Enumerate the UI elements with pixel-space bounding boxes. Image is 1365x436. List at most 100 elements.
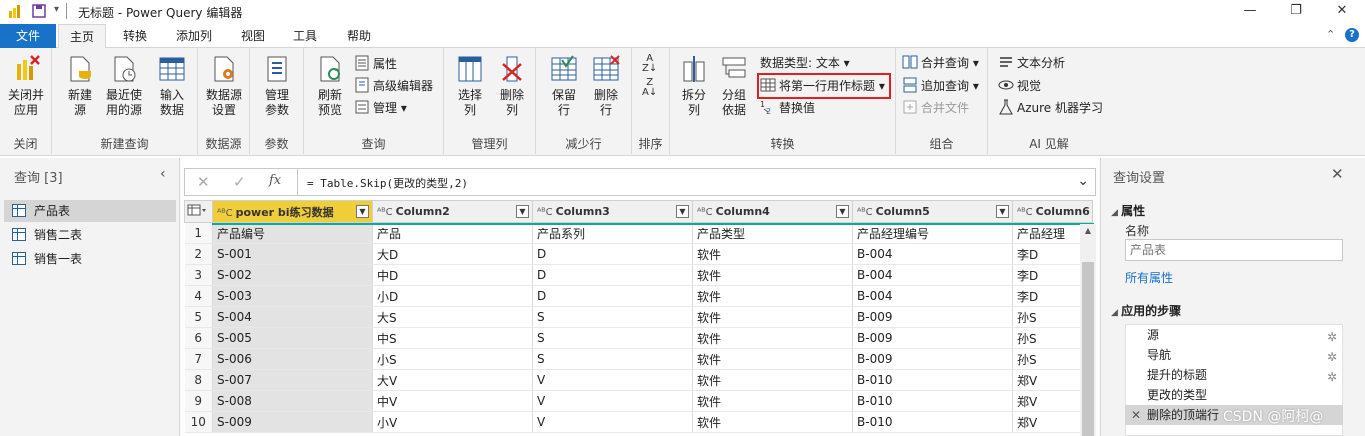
table-cell[interactable]: 软件 xyxy=(692,348,853,370)
table-cell[interactable]: 软件 xyxy=(692,327,853,349)
table-cell[interactable]: 软件 xyxy=(692,306,853,328)
tab-file[interactable]: 文件 xyxy=(0,24,56,48)
cancel-formula-icon[interactable]: ✕ xyxy=(197,173,210,191)
text-analytics-button[interactable]: 文本分析 xyxy=(998,53,1065,73)
enter-data-button[interactable]: 输入 数据 xyxy=(152,54,192,118)
table-cell[interactable]: B-010 xyxy=(852,390,1013,412)
table-cell[interactable]: V xyxy=(532,411,693,433)
properties-button[interactable]: 属性 xyxy=(354,54,397,74)
table-cell[interactable]: D xyxy=(532,285,693,307)
table-cell[interactable]: 软件 xyxy=(692,369,853,391)
expand-formula-icon[interactable]: ⌄ xyxy=(1077,173,1089,189)
table-cell[interactable]: S-006 xyxy=(212,348,373,370)
table-cell[interactable]: S-003 xyxy=(212,285,373,307)
step-changed-type[interactable]: 更改的类型 xyxy=(1125,385,1343,405)
data-type-dropdown[interactable]: 数据类型: 文本 ▾ xyxy=(760,53,850,73)
table-cell[interactable]: S xyxy=(532,348,693,370)
applied-steps-section[interactable]: ◢ 应用的步骤 xyxy=(1111,302,1181,319)
table-cell[interactable]: B-004 xyxy=(852,243,1013,265)
vision-button[interactable]: 视觉 xyxy=(998,76,1041,96)
step-promoted-headers[interactable]: 提升的标题 ✲ xyxy=(1125,365,1343,385)
table-cell[interactable]: B-010 xyxy=(852,369,1013,391)
table-cell[interactable]: 大D xyxy=(372,243,533,265)
manage-button[interactable]: 管理 ▾ xyxy=(354,98,407,118)
table-cell[interactable]: 产品系列 xyxy=(532,222,693,244)
collapse-queries-icon[interactable]: ‹ xyxy=(160,166,166,182)
table-cell[interactable]: B-009 xyxy=(852,306,1013,328)
table-cell[interactable]: B-004 xyxy=(852,264,1013,286)
gear-icon[interactable]: ✲ xyxy=(1327,367,1337,387)
combine-files-button[interactable]: 合并文件 xyxy=(902,98,969,118)
fx-icon[interactable]: fx xyxy=(269,173,281,188)
table-menu-button[interactable] xyxy=(184,200,213,223)
table-cell[interactable]: 中S xyxy=(372,327,533,349)
tab-add-column[interactable]: 添加列 xyxy=(166,24,222,48)
table-cell[interactable]: B-009 xyxy=(852,327,1013,349)
table-cell[interactable]: 大S xyxy=(372,306,533,328)
column-header-5[interactable]: ᴬᴮC Column5 ▼ xyxy=(852,200,1013,223)
table-cell[interactable]: D xyxy=(532,264,693,286)
scroll-up-icon[interactable]: ▲ xyxy=(1080,224,1096,238)
table-cell[interactable]: S-001 xyxy=(212,243,373,265)
tab-view[interactable]: 视图 xyxy=(230,24,276,48)
column-filter-icon[interactable]: ▼ xyxy=(676,205,689,218)
table-cell[interactable]: 小D xyxy=(372,285,533,307)
column-header-3[interactable]: ᴬᴮC Column3 ▼ xyxy=(532,200,693,223)
column-header-1[interactable]: ᴬᴮC power bi练习数据 ▼ xyxy=(212,200,373,223)
close-apply-button[interactable]: 关闭并 应用 xyxy=(4,54,48,118)
datasource-settings-button[interactable]: 数据源 设置 xyxy=(202,54,246,118)
table-cell[interactable]: 软件 xyxy=(692,411,853,433)
help-icon[interactable]: ? xyxy=(1345,28,1359,42)
table-cell[interactable]: 软件 xyxy=(692,285,853,307)
collapse-ribbon-icon[interactable]: ⌃ xyxy=(1326,28,1335,41)
table-cell[interactable]: 软件 xyxy=(692,264,853,286)
table-cell[interactable]: S-008 xyxy=(212,390,373,412)
table-cell[interactable]: B-009 xyxy=(852,348,1013,370)
table-cell[interactable]: V xyxy=(532,390,693,412)
column-filter-icon[interactable]: ▼ xyxy=(996,205,1009,218)
table-cell[interactable]: S-007 xyxy=(212,369,373,391)
query-item-sales2[interactable]: 销售二表 xyxy=(4,224,176,246)
table-cell[interactable]: V xyxy=(532,369,693,391)
sort-ascending-icon[interactable]: A Z↓ xyxy=(642,54,657,74)
refresh-preview-button[interactable]: 刷新 预览 xyxy=(310,54,350,118)
table-cell[interactable]: 产品类型 xyxy=(692,222,853,244)
vertical-scrollbar[interactable]: ▲ xyxy=(1080,224,1096,436)
table-cell[interactable]: S-004 xyxy=(212,306,373,328)
new-source-button[interactable]: 新建 源 xyxy=(62,54,98,118)
minimize-button[interactable]: — xyxy=(1227,0,1273,24)
column-header-6[interactable]: ᴬᴮC Column6 xyxy=(1012,200,1093,223)
step-source[interactable]: 源 ✲ xyxy=(1125,325,1343,345)
table-cell[interactable]: S-002 xyxy=(212,264,373,286)
remove-columns-button[interactable]: 删除 列 xyxy=(492,54,532,118)
table-cell[interactable]: S xyxy=(532,327,693,349)
tab-tools[interactable]: 工具 xyxy=(282,24,328,48)
keep-rows-button[interactable]: 保留 行 xyxy=(544,54,584,118)
gear-icon[interactable]: ✲ xyxy=(1327,327,1337,347)
table-cell[interactable]: 产品编号 xyxy=(212,222,373,244)
restore-button[interactable]: ❐ xyxy=(1273,0,1319,24)
tab-help[interactable]: 帮助 xyxy=(336,24,382,48)
tab-home[interactable]: 主页 xyxy=(58,24,106,49)
table-cell[interactable]: B-004 xyxy=(852,285,1013,307)
quick-access-dropdown-icon[interactable]: ▾ xyxy=(54,4,59,15)
table-cell[interactable]: 中V xyxy=(372,390,533,412)
table-cell[interactable]: 软件 xyxy=(692,243,853,265)
query-item-sales1[interactable]: 销售一表 xyxy=(4,248,176,270)
properties-section[interactable]: ◢ 属性 xyxy=(1111,202,1145,219)
query-name-input[interactable]: 产品表 xyxy=(1125,239,1343,261)
choose-columns-button[interactable]: 选择 列 xyxy=(450,54,490,118)
table-cell[interactable]: S-009 xyxy=(212,411,373,433)
recent-sources-button[interactable]: 最近使 用的源 xyxy=(102,54,146,118)
advanced-editor-button[interactable]: 高级编辑器 xyxy=(354,76,433,96)
remove-rows-button[interactable]: 删除 行 xyxy=(586,54,626,118)
formula-input[interactable]: = Table.Skip(更改的类型,2) xyxy=(307,175,468,191)
table-cell[interactable]: S xyxy=(532,306,693,328)
column-filter-icon[interactable]: ▼ xyxy=(836,205,849,218)
table-cell[interactable]: 小S xyxy=(372,348,533,370)
column-header-2[interactable]: ᴬᴮC Column2 ▼ xyxy=(372,200,533,223)
table-cell[interactable]: 软件 xyxy=(692,390,853,412)
all-properties-link[interactable]: 所有属性 xyxy=(1125,269,1173,286)
query-item-product[interactable]: 产品表 xyxy=(4,200,176,222)
append-queries-button[interactable]: 追加查询 ▾ xyxy=(902,76,979,96)
